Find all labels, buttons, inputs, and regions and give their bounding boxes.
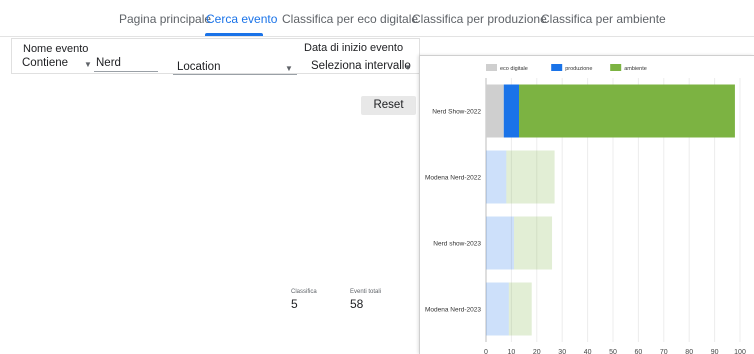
bar-produzione-1 (486, 150, 507, 204)
legend-swatch-produzione (551, 64, 563, 71)
scorecard-label-classifica: Classifica (291, 289, 317, 295)
stacked-bar-chart-panel: 0 10 20 30 40 50 60 70 80 90 100 Nerd Show-2022 Mode… (419, 55, 754, 354)
location-select[interactable]: Location (177, 61, 220, 73)
legend-label-produzione: produzione (565, 66, 592, 72)
x-tick-label-80: 80 (685, 349, 693, 354)
x-tick-label-70: 70 (660, 349, 668, 354)
tab-cerca-evento[interactable]: Cerca evento (206, 12, 277, 26)
x-tick-label-40: 40 (584, 349, 592, 354)
start-date-label: Data di inizio evento (304, 42, 404, 54)
legend-label-ambiente: ambiente (624, 66, 647, 72)
stacked-bar-chart[interactable]: 0 10 20 30 40 50 60 70 80 90 100 Nerd Show-2022 Mode… (420, 56, 754, 354)
location-underline (173, 74, 297, 75)
bar-ambiente-2 (513, 216, 553, 270)
reset-button[interactable]: Reset (361, 96, 416, 115)
event-name-label: Nome evento (23, 43, 89, 55)
bar-ambiente-0 (519, 84, 735, 138)
start-date-filter: Data di inizio evento Seleziona interval… (300, 38, 420, 74)
x-tick-label-100: 100 (734, 349, 746, 354)
operator-dropdown-icon[interactable]: ▼ (84, 60, 92, 69)
x-tick-label-30: 30 (558, 349, 566, 354)
bar-produzione-0 (503, 84, 520, 138)
scorecard-label-eventi-totali: Eventi totali (350, 289, 382, 295)
x-tick-label-50: 50 (609, 349, 617, 354)
x-tick-label-60: 60 (635, 349, 643, 354)
bar-produzione-2 (486, 216, 514, 270)
operator-select[interactable]: Contiene (22, 57, 68, 69)
category-label-3: Modena Nerd-2023 (425, 307, 481, 314)
top-navigation: Pagina principale Cerca evento Classific… (0, 0, 754, 37)
x-tick-label-10: 10 (508, 349, 516, 354)
scorecard-value-eventi-totali: 58 (350, 297, 364, 311)
tab-classifica-ambiente[interactable]: Classifica per ambiente (541, 12, 666, 26)
bar-eco-digitale-0 (486, 84, 504, 138)
bar-ambiente-3 (508, 282, 532, 336)
bar-produzione-3 (486, 282, 509, 336)
legend-label-eco-digitale: eco digitale (500, 66, 528, 72)
date-range-dropdown-icon[interactable]: ▼ (404, 63, 412, 72)
active-tab-indicator (205, 33, 263, 36)
date-range-select[interactable]: Seleziona intervallo (311, 60, 411, 72)
event-name-input-underline (94, 71, 158, 72)
tab-classifica-eco-digitale[interactable]: Classifica per eco digitale (282, 12, 418, 26)
tab-classifica-produzione[interactable]: Classifica per produzione (412, 12, 547, 26)
x-tick-label-20: 20 (533, 349, 541, 354)
legend-swatch-eco-digitale (486, 64, 497, 71)
x-tick-label-0: 0 (484, 349, 488, 354)
location-filter[interactable]: Location ▼ (167, 38, 301, 75)
category-label-0: Nerd Show-2022 (432, 109, 481, 116)
category-label-1: Modena Nerd-2022 (425, 175, 481, 182)
scorecard-value-classifica: 5 (291, 297, 298, 311)
category-label-2: Nerd show-2023 (433, 241, 481, 248)
location-dropdown-icon[interactable]: ▼ (285, 64, 293, 73)
tab-pagina-principale[interactable]: Pagina principale (119, 12, 211, 26)
x-tick-label-90: 90 (711, 349, 719, 354)
legend-swatch-ambiente (610, 64, 622, 71)
event-name-input[interactable]: Nerd (96, 57, 121, 69)
bar-ambiente-1 (506, 150, 555, 204)
event-name-filter: Nome evento Contiene ▼ Nerd (11, 38, 168, 74)
